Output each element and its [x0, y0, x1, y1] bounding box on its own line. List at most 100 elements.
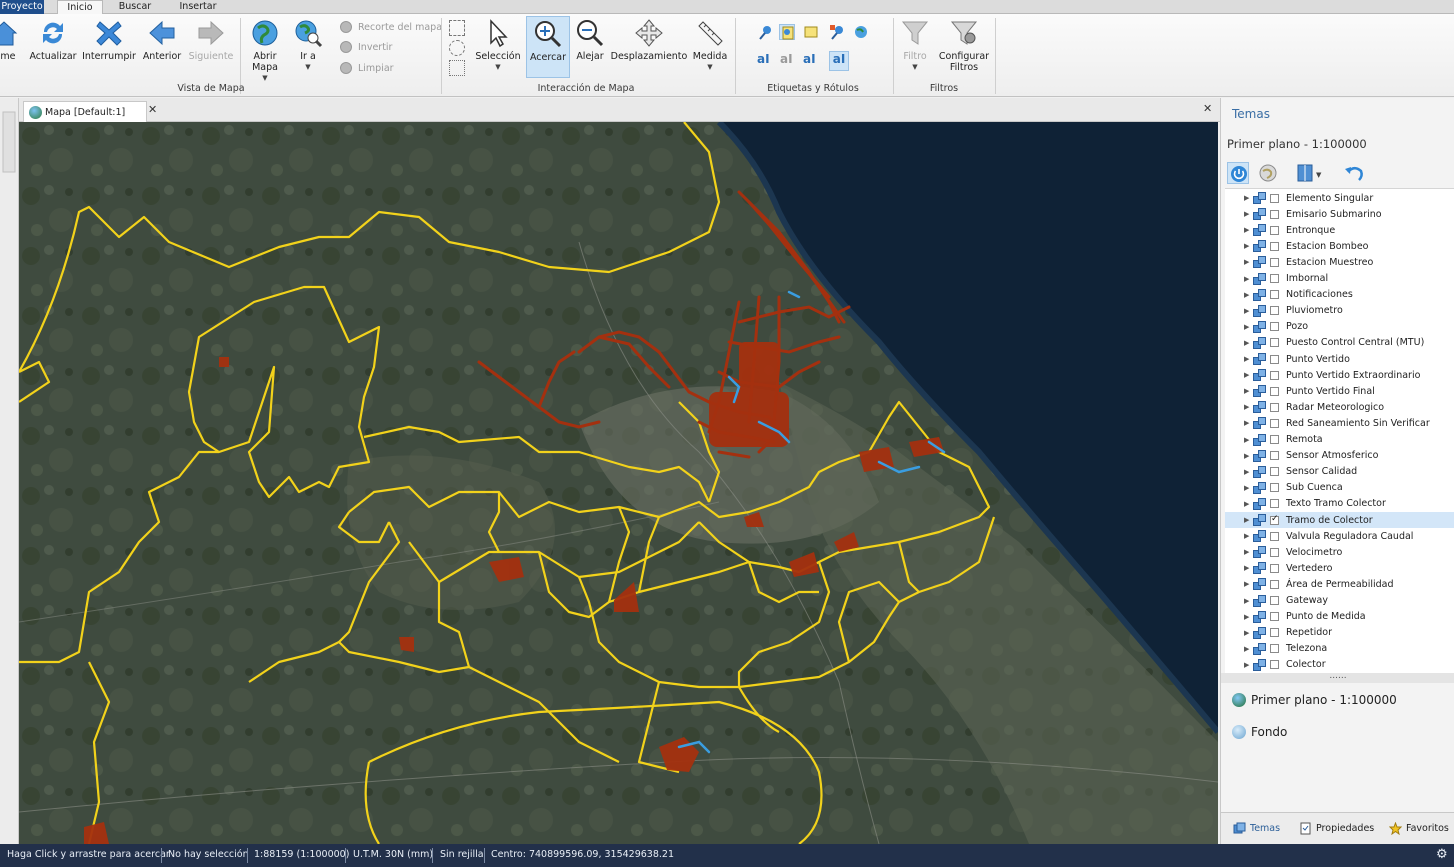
layer-row[interactable]: ▶ Punto Vertido Extraordinario: [1225, 367, 1454, 383]
layer-row[interactable]: ▶ Emisario Submarino: [1225, 206, 1454, 222]
label-a-active-icon[interactable]: aI: [829, 51, 849, 71]
layer-visibility-checkbox[interactable]: [1270, 241, 1279, 251]
expand-arrow-icon[interactable]: ▶: [1244, 516, 1253, 524]
undo-button[interactable]: [1343, 162, 1365, 184]
power-toggle-button[interactable]: [1227, 162, 1249, 184]
tab-insertar[interactable]: Insertar: [170, 0, 226, 14]
invert-button[interactable]: Invertir: [340, 39, 392, 55]
layer-visibility-checkbox[interactable]: [1270, 563, 1279, 573]
layer-visibility-checkbox[interactable]: [1270, 274, 1279, 283]
theme-background[interactable]: Fondo: [1232, 725, 1287, 739]
layer-visibility-checkbox[interactable]: [1270, 193, 1279, 203]
layer-row[interactable]: ▶ Repetidor: [1225, 625, 1454, 641]
expand-arrow-icon[interactable]: ▶: [1244, 629, 1253, 637]
layer-visibility-checkbox[interactable]: [1270, 338, 1279, 348]
pan-button[interactable]: Desplazamiento: [611, 18, 687, 62]
expand-arrow-icon[interactable]: ▶: [1244, 339, 1253, 347]
tab-map-default[interactable]: Mapa [Default:1]: [23, 101, 147, 122]
layer-row[interactable]: ▶ Punto Vertido Final: [1225, 383, 1454, 399]
layer-visibility-checkbox[interactable]: [1270, 435, 1279, 444]
expand-arrow-icon[interactable]: ▶: [1244, 242, 1253, 250]
zoom-in-button[interactable]: Acercar: [526, 16, 570, 78]
select-polygon-icon[interactable]: [449, 60, 465, 76]
layer-row[interactable]: ▶ Valvula Reguladora Caudal: [1225, 528, 1454, 544]
layer-row[interactable]: ▶ Entronque: [1225, 222, 1454, 238]
layers-dropdown-button[interactable]: ▼: [1295, 162, 1323, 184]
layer-visibility-checkbox[interactable]: [1270, 322, 1279, 332]
layer-visibility-checkbox[interactable]: [1270, 612, 1279, 622]
expand-arrow-icon[interactable]: ▶: [1244, 275, 1253, 283]
sticky-note-icon[interactable]: [803, 24, 819, 40]
layer-row[interactable]: ▶ Sensor Atmosferico: [1225, 448, 1454, 464]
layer-row[interactable]: ▶ Pozo: [1225, 319, 1454, 335]
home-button[interactable]: ome: [0, 18, 18, 62]
layer-row[interactable]: ▶ Telezona: [1225, 641, 1454, 657]
expand-arrow-icon[interactable]: ▶: [1244, 307, 1253, 315]
label-a-disabled-icon[interactable]: aI: [780, 52, 796, 68]
expand-arrow-icon[interactable]: ▶: [1244, 403, 1253, 411]
layer-visibility-checkbox[interactable]: [1270, 209, 1279, 219]
splitter-grip[interactable]: ......: [1221, 672, 1454, 683]
map-canvas[interactable]: [19, 122, 1218, 844]
expand-arrow-icon[interactable]: ▶: [1244, 355, 1253, 363]
layer-visibility-checkbox[interactable]: [1270, 370, 1279, 380]
expand-arrow-icon[interactable]: ▶: [1244, 387, 1253, 395]
layer-row[interactable]: ▶ Pluviometro: [1225, 303, 1454, 319]
expand-arrow-icon[interactable]: ▶: [1244, 532, 1253, 540]
note-label-icon[interactable]: [779, 24, 795, 40]
label-a-icon[interactable]: aI: [757, 52, 773, 68]
expand-arrow-icon[interactable]: ▶: [1244, 645, 1253, 653]
expand-arrow-icon[interactable]: ▶: [1244, 661, 1253, 669]
layer-row[interactable]: ▶ Texto Tramo Colector: [1225, 496, 1454, 512]
tab-temas[interactable]: Temas: [1233, 822, 1280, 835]
layer-visibility-checkbox[interactable]: [1270, 354, 1279, 364]
layer-row[interactable]: ▶ Estacion Bombeo: [1225, 238, 1454, 254]
select-circle-icon[interactable]: [449, 40, 465, 56]
layer-row[interactable]: ▶ Red Saneamiento Sin Verificar: [1225, 415, 1454, 431]
filter-button[interactable]: Filtro ▼: [897, 18, 933, 73]
expand-arrow-icon[interactable]: ▶: [1244, 258, 1253, 266]
layer-visibility-checkbox[interactable]: [1270, 579, 1279, 589]
globe-label-icon[interactable]: [853, 24, 869, 40]
layer-visibility-checkbox[interactable]: [1270, 547, 1279, 557]
expand-arrow-icon[interactable]: ▶: [1244, 323, 1253, 331]
label-a-alt-icon[interactable]: aI: [803, 52, 819, 68]
open-map-button[interactable]: Abrir Mapa ▼: [246, 18, 284, 84]
back-button[interactable]: Anterior: [142, 18, 182, 62]
expand-arrow-icon[interactable]: ▶: [1244, 452, 1253, 460]
tab-buscar[interactable]: Buscar: [110, 0, 160, 14]
tab-proyecto[interactable]: Proyecto: [0, 0, 44, 14]
expand-arrow-icon[interactable]: ▶: [1244, 597, 1253, 605]
clip-map-button[interactable]: Recorte del mapa: [340, 19, 442, 35]
expand-arrow-icon[interactable]: ▶: [1244, 613, 1253, 621]
layer-visibility-checkbox[interactable]: [1270, 402, 1279, 412]
expand-arrow-icon[interactable]: ▶: [1244, 371, 1253, 379]
layer-row[interactable]: ▶ Vertedero: [1225, 560, 1454, 576]
layer-row[interactable]: ▶ Remota: [1225, 432, 1454, 448]
layer-visibility-checkbox[interactable]: [1270, 290, 1279, 300]
layer-row[interactable]: ▶ Puesto Control Central (MTU): [1225, 335, 1454, 351]
layer-row[interactable]: ▶ Punto de Medida: [1225, 609, 1454, 625]
layer-visibility-checkbox[interactable]: [1270, 451, 1279, 461]
theme-foreground[interactable]: Primer plano - 1:100000: [1232, 693, 1397, 707]
layer-row[interactable]: ▶ Punto Vertido: [1225, 351, 1454, 367]
expand-arrow-icon[interactable]: ▶: [1244, 436, 1253, 444]
layer-row[interactable]: ▶ Área de Permeabilidad: [1225, 576, 1454, 592]
clear-button[interactable]: Limpiar: [340, 60, 394, 76]
collapsed-side-panel[interactable]: [0, 98, 19, 844]
layer-visibility-checkbox[interactable]: [1270, 257, 1279, 267]
expand-arrow-icon[interactable]: ▶: [1244, 291, 1253, 299]
layer-visibility-checkbox[interactable]: [1270, 660, 1279, 670]
layer-visibility-checkbox[interactable]: [1270, 596, 1279, 605]
layer-visibility-checkbox[interactable]: [1270, 499, 1279, 509]
layer-row[interactable]: ▶ Tramo de Colector: [1225, 512, 1454, 528]
select-button[interactable]: Selección ▼: [474, 18, 522, 73]
stop-button[interactable]: Interrumpir: [82, 18, 136, 62]
layer-visibility-checkbox[interactable]: [1270, 644, 1279, 654]
layer-row[interactable]: ▶ Radar Meteorologico: [1225, 399, 1454, 415]
close-tab-icon[interactable]: ✕: [148, 103, 157, 116]
expand-arrow-icon[interactable]: ▶: [1244, 580, 1253, 588]
globe-toggle-button[interactable]: [1257, 162, 1279, 184]
layer-visibility-checkbox[interactable]: [1270, 418, 1279, 428]
layer-row[interactable]: ▶ Gateway: [1225, 593, 1454, 609]
